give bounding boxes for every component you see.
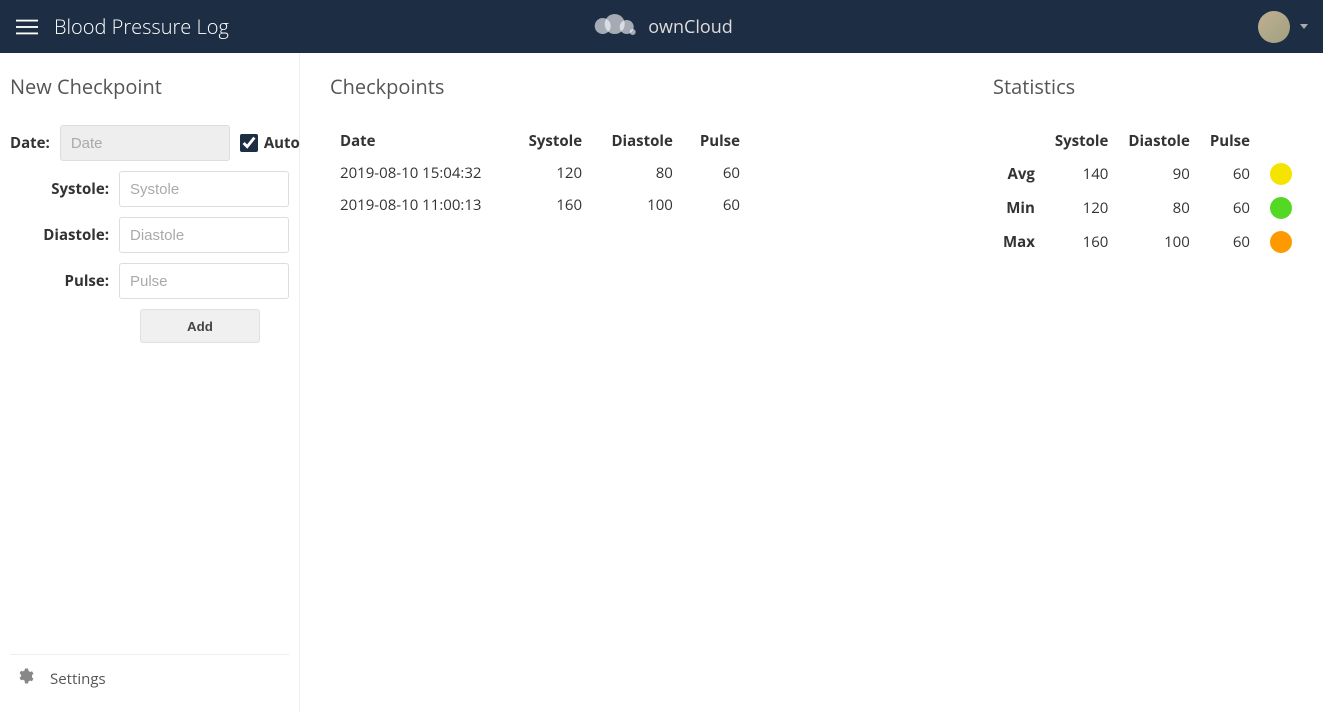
col-systole: Systole — [510, 125, 592, 157]
statistics-table: Systole Diastole Pulse Avg 140 90 60 Min… — [993, 125, 1302, 259]
cell-pulse: 60 — [683, 157, 750, 189]
stat-diastole: 80 — [1118, 191, 1199, 225]
cell-pulse: 60 — [683, 189, 750, 221]
stat-row-avg: Avg 140 90 60 — [993, 157, 1302, 191]
table-row: 2019-08-10 11:00:13 160 100 60 — [330, 189, 750, 221]
statistics-title: Statistics — [993, 73, 1293, 100]
checkpoints-panel: Checkpoints Date Systole Diastole Pulse … — [300, 53, 963, 712]
cell-systole: 120 — [510, 157, 592, 189]
stat-pulse: 60 — [1200, 157, 1260, 191]
stat-label: Max — [993, 225, 1045, 259]
top-bar: Blood Pressure Log ownCloud — [0, 0, 1323, 53]
left-panel: New Checkpoint Date: Auto Systole: Diast… — [0, 53, 300, 712]
owncloud-logo-icon — [590, 10, 638, 43]
menu-icon[interactable] — [15, 15, 39, 39]
pulse-label: Pulse: — [10, 271, 109, 291]
stat-col-systole: Systole — [1045, 125, 1119, 157]
pulse-input[interactable] — [119, 263, 289, 299]
add-button[interactable]: Add — [140, 309, 260, 343]
status-dot-avg — [1270, 163, 1292, 185]
form-row-diastole: Diastole: — [10, 217, 289, 253]
stat-systole: 140 — [1045, 157, 1119, 191]
systole-label: Systole: — [10, 179, 109, 199]
stat-pulse: 60 — [1200, 191, 1260, 225]
diastole-label: Diastole: — [10, 225, 109, 245]
avatar — [1258, 11, 1290, 43]
status-dot-min — [1270, 197, 1292, 219]
stat-systole: 120 — [1045, 191, 1119, 225]
form-row-pulse: Pulse: — [10, 263, 289, 299]
cell-diastole: 80 — [592, 157, 683, 189]
stat-col-pulse: Pulse — [1200, 125, 1260, 157]
stat-label: Min — [993, 191, 1045, 225]
checkpoints-title: Checkpoints — [330, 73, 933, 100]
stat-label: Avg — [993, 157, 1045, 191]
table-row: 2019-08-10 15:04:32 120 80 60 — [330, 157, 750, 189]
stat-diastole: 100 — [1118, 225, 1199, 259]
gear-icon — [16, 667, 34, 690]
statistics-panel: Statistics Systole Diastole Pulse Avg 14… — [963, 53, 1323, 712]
settings-link[interactable]: Settings — [10, 654, 289, 702]
app-title: Blood Pressure Log — [54, 13, 229, 40]
checkpoints-table: Date Systole Diastole Pulse 2019-08-10 1… — [330, 125, 750, 221]
form-row-systole: Systole: — [10, 171, 289, 207]
date-label: Date: — [10, 133, 50, 153]
brand-label: ownCloud — [648, 15, 733, 39]
systole-input[interactable] — [119, 171, 289, 207]
auto-checkbox[interactable] — [240, 134, 258, 152]
stat-pulse: 60 — [1200, 225, 1260, 259]
col-pulse: Pulse — [683, 125, 750, 157]
brand-area: ownCloud — [590, 10, 733, 43]
col-date: Date — [330, 125, 510, 157]
chevron-down-icon — [1300, 24, 1308, 29]
col-diastole: Diastole — [592, 125, 683, 157]
cell-systole: 160 — [510, 189, 592, 221]
cell-date: 2019-08-10 11:00:13 — [330, 189, 510, 221]
form-row-date: Date: Auto — [10, 125, 289, 161]
status-dot-max — [1270, 231, 1292, 253]
stat-row-max: Max 160 100 60 — [993, 225, 1302, 259]
cell-diastole: 100 — [592, 189, 683, 221]
diastole-input[interactable] — [119, 217, 289, 253]
date-input — [60, 125, 230, 161]
new-checkpoint-title: New Checkpoint — [10, 73, 289, 100]
cell-date: 2019-08-10 15:04:32 — [330, 157, 510, 189]
stat-row-min: Min 120 80 60 — [993, 191, 1302, 225]
user-menu[interactable] — [1258, 11, 1308, 43]
stat-col-diastole: Diastole — [1118, 125, 1199, 157]
settings-label: Settings — [50, 669, 106, 689]
stat-systole: 160 — [1045, 225, 1119, 259]
stat-diastole: 90 — [1118, 157, 1199, 191]
auto-label: Auto — [264, 133, 300, 153]
